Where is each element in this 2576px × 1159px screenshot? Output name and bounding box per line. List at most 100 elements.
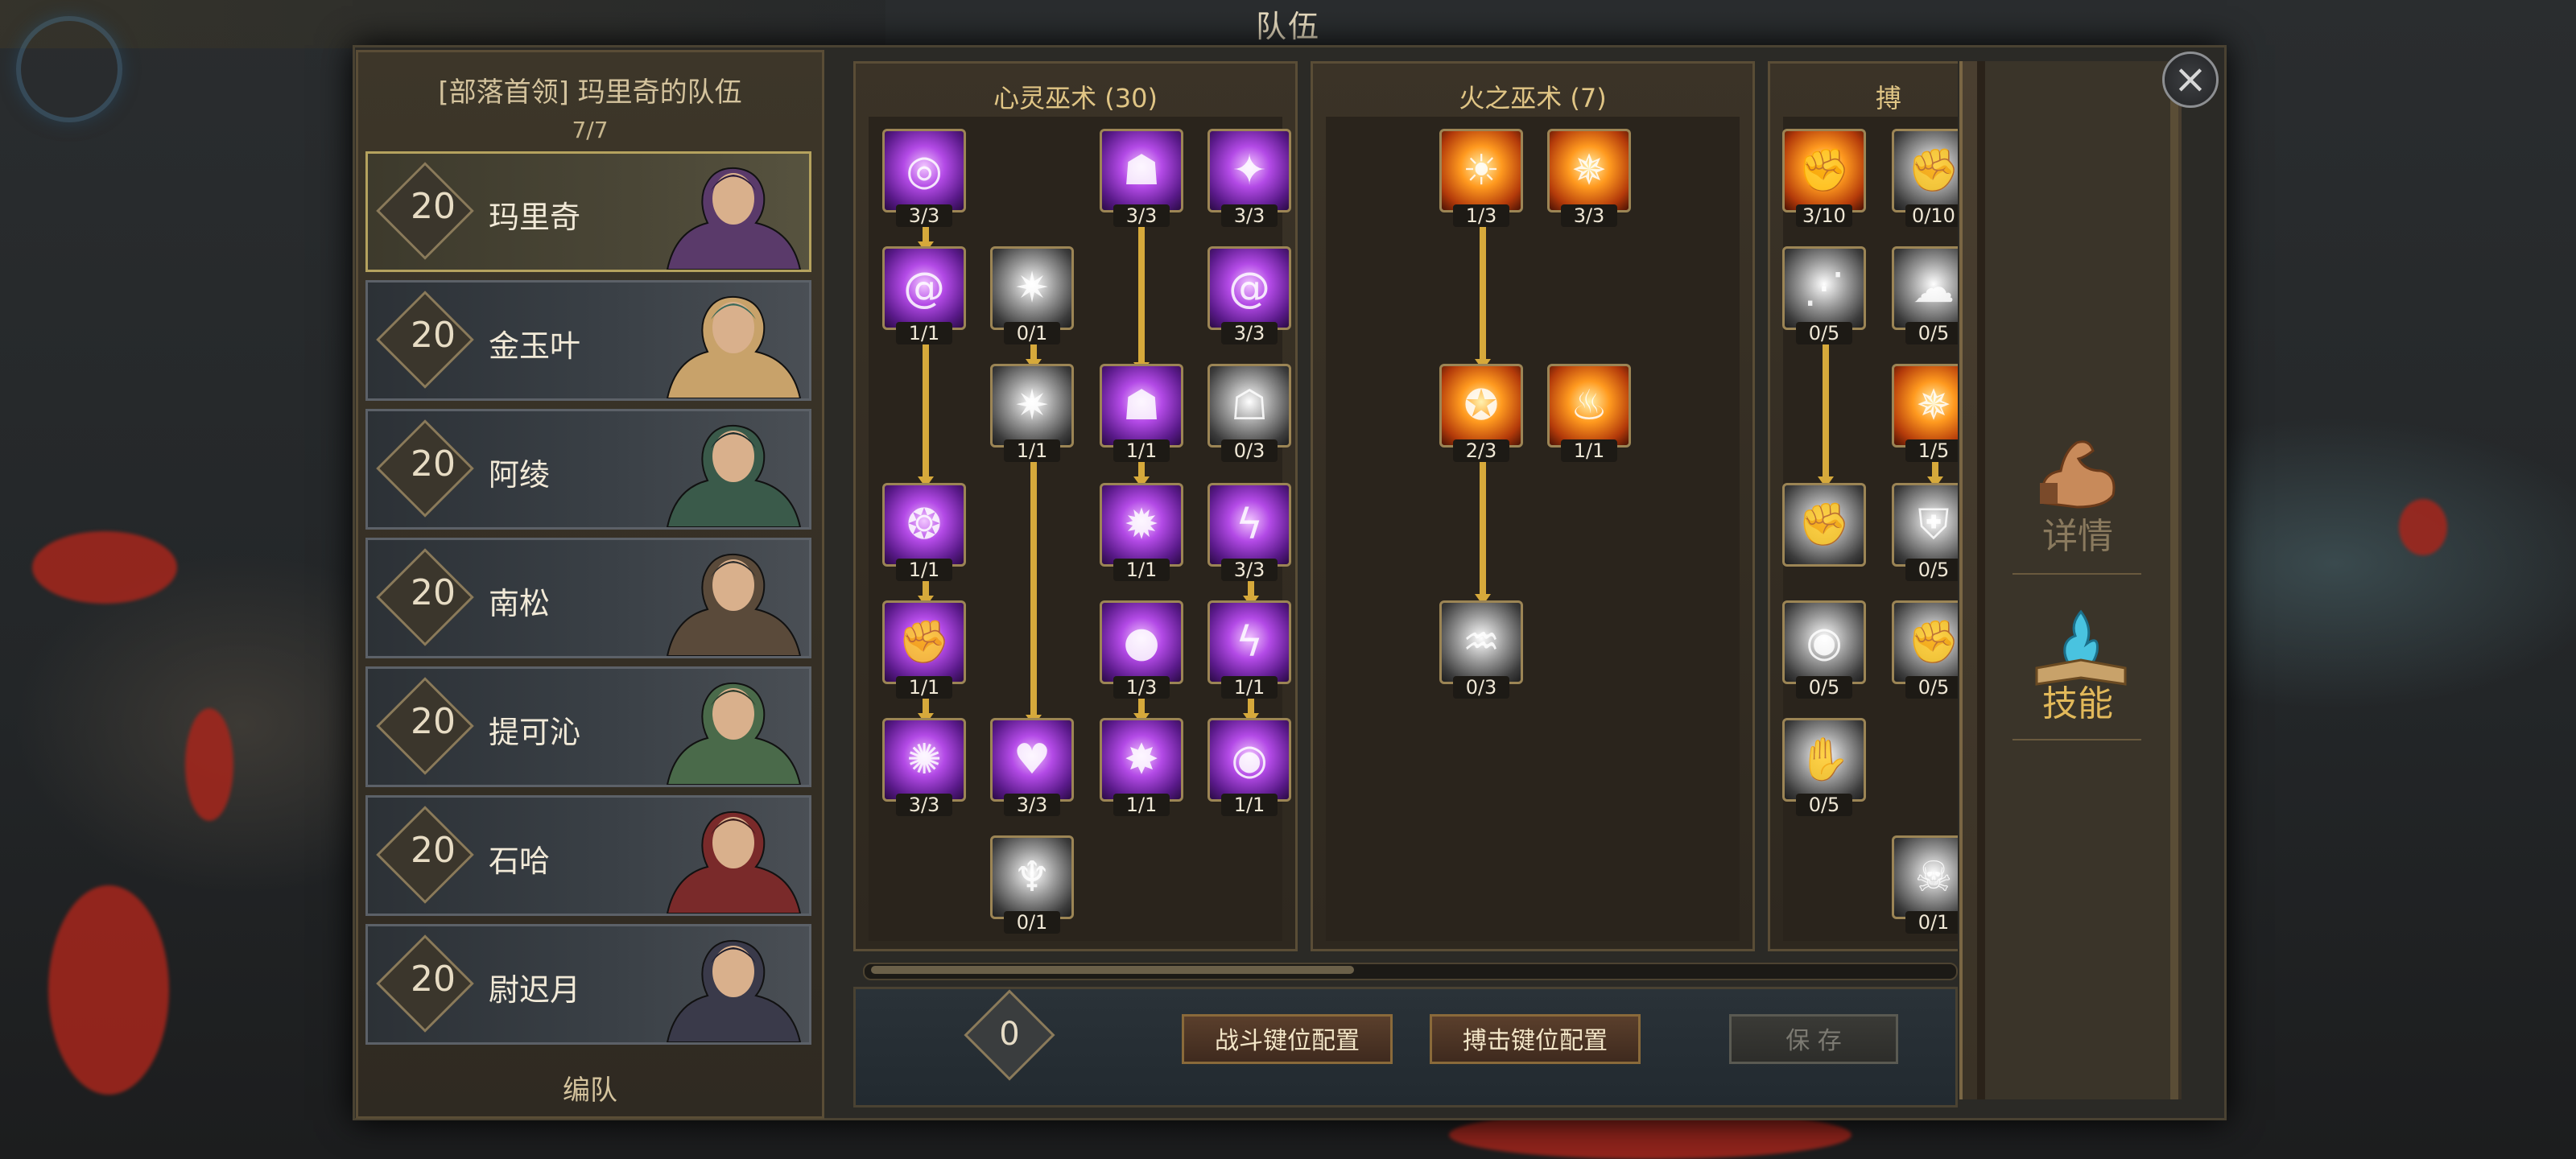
skill-rank: 1/1 xyxy=(1573,439,1605,462)
skill-slot[interactable]: ✊ xyxy=(1782,129,1866,212)
grapple-keys-button[interactable]: 搏击键位配置 xyxy=(1430,1014,1641,1064)
heart-icon: ♥ xyxy=(1013,736,1051,784)
skill-slot[interactable]: ⛨ xyxy=(1892,483,1958,567)
member-level: 20 xyxy=(411,959,456,1000)
skill-tree-column: 火之巫术 (7) xyxy=(1311,61,1755,951)
formation-button[interactable]: 编队 xyxy=(358,1068,822,1107)
member-name: 尉迟月 xyxy=(489,972,581,1008)
skill-rank: 1/1 xyxy=(1125,439,1158,462)
skill-slot[interactable]: ✵ xyxy=(1892,364,1958,448)
skill-slot[interactable]: ♒ xyxy=(1439,600,1523,684)
sun-icon: ☀ xyxy=(1462,146,1501,195)
skill-slot[interactable]: ☖ xyxy=(1208,364,1291,448)
party-title: [部落首领] 玛里奇的队伍 xyxy=(438,76,742,109)
skill-slot[interactable]: ✵ xyxy=(1547,129,1631,212)
skill-rank: 0/5 xyxy=(1918,676,1950,699)
skill-slot[interactable]: ◎ xyxy=(882,129,966,212)
party-member-row[interactable]: 20 提可沁 xyxy=(365,666,811,787)
skill-slot[interactable]: ϟ xyxy=(1208,483,1291,567)
eye-icon: ◉ xyxy=(1806,618,1843,666)
skill-rank: 1/3 xyxy=(1125,676,1158,699)
skill-rank: 3/3 xyxy=(1233,204,1265,227)
spiral-icon: @ xyxy=(903,264,945,312)
skill-slot[interactable]: ◉ xyxy=(1208,718,1291,802)
skill-slot[interactable]: ✪ xyxy=(1439,364,1523,448)
skill-rank: 0/10 xyxy=(1912,204,1955,227)
skill-slot[interactable]: ϟ xyxy=(1208,600,1291,684)
fist-icon: ✊ xyxy=(1798,501,1851,549)
lightning-icon: ϟ xyxy=(1235,618,1264,666)
skill-slot[interactable]: @ xyxy=(1208,246,1291,330)
skill-slot[interactable]: ✦ xyxy=(1208,129,1291,212)
skill-slot[interactable]: ❂ xyxy=(882,483,966,567)
member-name: 石哈 xyxy=(489,843,551,879)
skill-slot[interactable]: ☠ xyxy=(1892,835,1958,919)
party-member-row[interactable]: 20 金玉叶 xyxy=(365,280,811,401)
skill-rank: 3/3 xyxy=(1016,794,1048,816)
skill-rank: 3/3 xyxy=(1573,204,1605,227)
skill-connector xyxy=(1030,448,1037,718)
fire-orb-icon: ✪ xyxy=(1463,382,1499,430)
character-portrait xyxy=(666,939,802,1042)
skill-slot[interactable]: ✺ xyxy=(882,718,966,802)
party-member-row[interactable]: 20 尉迟月 xyxy=(365,924,811,1045)
blast-icon: ✺ xyxy=(906,736,942,784)
flash-icon: ✷ xyxy=(1014,264,1050,312)
vortex-icon: ◎ xyxy=(906,146,943,195)
member-name: 南松 xyxy=(489,586,551,621)
skill-tree-scrollbar[interactable] xyxy=(863,963,1958,980)
skill-rank: 0/5 xyxy=(1808,794,1840,816)
skill-slot[interactable]: ♨ xyxy=(1547,364,1631,448)
fist-icon: ✊ xyxy=(1798,146,1851,195)
skill-slot[interactable]: ✹ xyxy=(1100,483,1183,567)
skill-rank: 3/10 xyxy=(1802,204,1846,227)
skill-slot[interactable]: ☗ xyxy=(1100,364,1183,448)
skill-slot[interactable]: ✊ xyxy=(1782,483,1866,567)
skill-slot[interactable]: ✸ xyxy=(1100,718,1183,802)
hood-icon: ☖ xyxy=(1230,382,1269,430)
skill-slot[interactable]: ☁ xyxy=(1892,246,1958,330)
member-name: 金玉叶 xyxy=(489,328,581,364)
skill-connector xyxy=(1138,212,1145,365)
tab-details[interactable]: 详情 xyxy=(1977,507,2178,559)
skill-slot[interactable]: ✊ xyxy=(1892,600,1958,684)
combat-keys-button[interactable]: 战斗键位配置 xyxy=(1182,1014,1393,1064)
beetle-icon: ✹ xyxy=(1124,501,1159,549)
skill-tree-area[interactable]: 心灵巫术 (30) 火之巫术 (7) 搏 ◎ 3/3 ☗ 3/3 ✦ 3/3 @1/1 ✷ 0/… xyxy=(853,61,1958,951)
close-button[interactable]: × xyxy=(2162,52,2219,108)
member-level: 20 xyxy=(411,443,456,485)
swirl-icon: ❂ xyxy=(906,501,942,549)
skill-rank: 0/5 xyxy=(1808,676,1840,699)
skill-slot[interactable]: ☗ xyxy=(1100,129,1183,212)
skill-slot[interactable]: ✊ xyxy=(1892,129,1958,212)
skill-slot[interactable]: ⋰ xyxy=(1782,246,1866,330)
party-member-row[interactable]: 20 玛里奇 xyxy=(365,151,811,272)
member-name: 阿绫 xyxy=(489,457,551,493)
tab-divider xyxy=(2013,573,2141,575)
skill-slot[interactable]: ♥ xyxy=(990,718,1074,802)
skill-slot[interactable]: ◉ xyxy=(1782,600,1866,684)
party-member-row[interactable]: 20 石哈 xyxy=(365,795,811,916)
skill-slot[interactable]: ☀ xyxy=(1439,129,1523,212)
skill-slot[interactable]: ● xyxy=(1100,600,1183,684)
party-member-row[interactable]: 20 南松 xyxy=(365,538,811,658)
party-member-row[interactable]: 20 阿绫 xyxy=(365,409,811,530)
save-button[interactable]: 保 存 xyxy=(1729,1014,1898,1064)
skill-slot[interactable]: ✋ xyxy=(1782,718,1866,802)
eye-icon: ◉ xyxy=(1231,736,1268,784)
fist-icon: ✊ xyxy=(1907,618,1958,666)
skill-slot[interactable]: ✷ xyxy=(990,246,1074,330)
skill-slot[interactable]: @ xyxy=(882,246,966,330)
tab-skills[interactable]: 技能 xyxy=(1977,674,2178,726)
smoke-icon: ☁ xyxy=(1913,264,1955,312)
skill-slot[interactable]: ♆ xyxy=(990,835,1074,919)
skill-rank: 1/1 xyxy=(908,322,940,344)
skill-rank: 0/5 xyxy=(1918,559,1950,581)
character-portrait xyxy=(666,810,802,914)
skill-slot[interactable]: ✊ xyxy=(882,600,966,684)
scrollbar-thumb[interactable] xyxy=(871,966,1354,974)
character-portrait xyxy=(666,295,802,398)
claw-icon: ⋰ xyxy=(1803,264,1845,312)
skill-slot[interactable]: ✷ xyxy=(990,364,1074,448)
skill-rank: 2/3 xyxy=(1465,439,1497,462)
